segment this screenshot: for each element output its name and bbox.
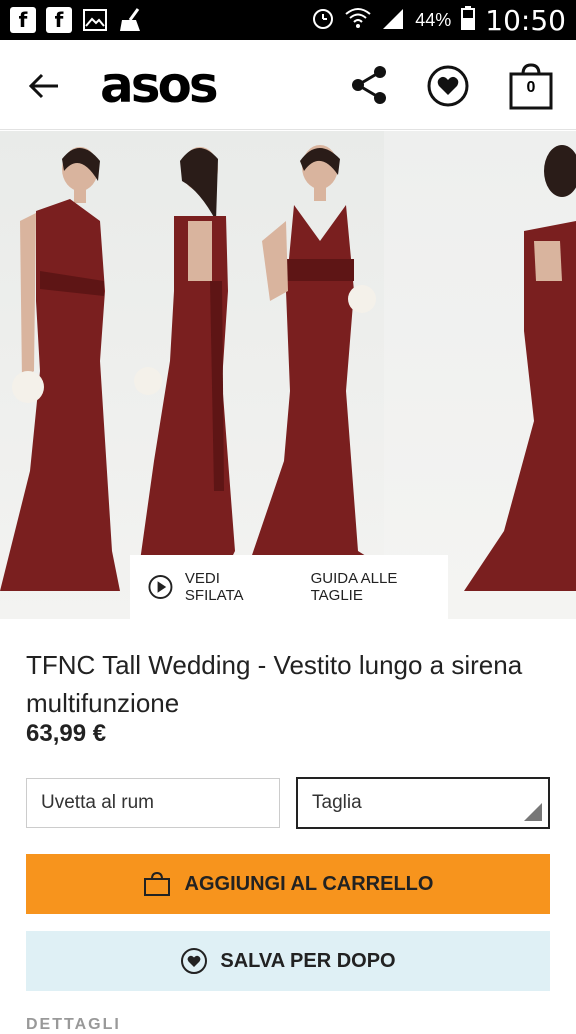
alarm-icon — [311, 6, 335, 35]
heart-icon — [181, 948, 208, 974]
color-select[interactable]: Uvetta al rum — [26, 778, 280, 828]
add-to-cart-button[interactable]: AGGIUNGI AL CARRELLO — [26, 854, 550, 914]
save-for-later-button[interactable]: SALVA PER DOPO — [26, 931, 550, 991]
battery-percent: 44% — [415, 9, 452, 30]
signal-icon — [381, 7, 405, 34]
save-for-later-label: SALVA PER DOPO — [220, 949, 396, 972]
product-image-gallery[interactable]: VEDI SFILATA GUIDA ALLE TAGLIE — [0, 131, 576, 619]
gallery-icon — [82, 7, 108, 33]
color-value: Uvetta al rum — [41, 792, 154, 813]
saved-items-heart-icon[interactable] — [426, 64, 470, 108]
back-arrow-icon[interactable] — [24, 66, 64, 106]
shopping-bag-icon[interactable]: 0 — [508, 62, 554, 110]
size-guide-link[interactable]: GUIDA ALLE TAGLIE — [311, 570, 448, 604]
battery-icon — [461, 5, 476, 35]
watch-catwalk-label: VEDI SFILATA — [184, 570, 244, 604]
facebook-icon: f — [46, 7, 72, 33]
details-heading[interactable]: DETTAGLI — [26, 1016, 121, 1034]
size-select[interactable]: Taglia — [296, 777, 550, 829]
product-photo-front-alt[interactable] — [250, 131, 384, 619]
watch-catwalk-button[interactable]: VEDI SFILATA — [130, 570, 279, 604]
product-title: TFNC Tall Wedding - Vestito lungo a sire… — [26, 650, 523, 718]
product-photo-back[interactable] — [130, 131, 250, 619]
wifi-icon — [345, 7, 371, 34]
play-icon — [148, 575, 173, 599]
app-header: asos 0 — [0, 40, 576, 130]
gallery-toolbar: VEDI SFILATA GUIDA ALLE TAGLIE — [130, 555, 448, 619]
size-placeholder: Taglia — [312, 792, 362, 813]
status-bar: f f 44% 10:50 — [0, 0, 576, 40]
dropdown-arrow-icon — [524, 803, 542, 821]
facebook-icon: f — [10, 7, 36, 33]
add-to-cart-label: AGGIUNGI AL CARRELLO — [184, 872, 434, 895]
product-price: 63,99 € — [26, 720, 107, 747]
product-photo-front[interactable] — [0, 131, 130, 619]
broom-icon — [118, 7, 144, 33]
bag-count: 0 — [526, 79, 536, 96]
bag-icon — [143, 871, 170, 896]
clock: 10:50 — [485, 3, 566, 37]
product-photo-back-alt[interactable] — [384, 131, 576, 619]
asos-logo[interactable]: asos — [100, 57, 219, 113]
share-icon[interactable] — [350, 64, 392, 106]
